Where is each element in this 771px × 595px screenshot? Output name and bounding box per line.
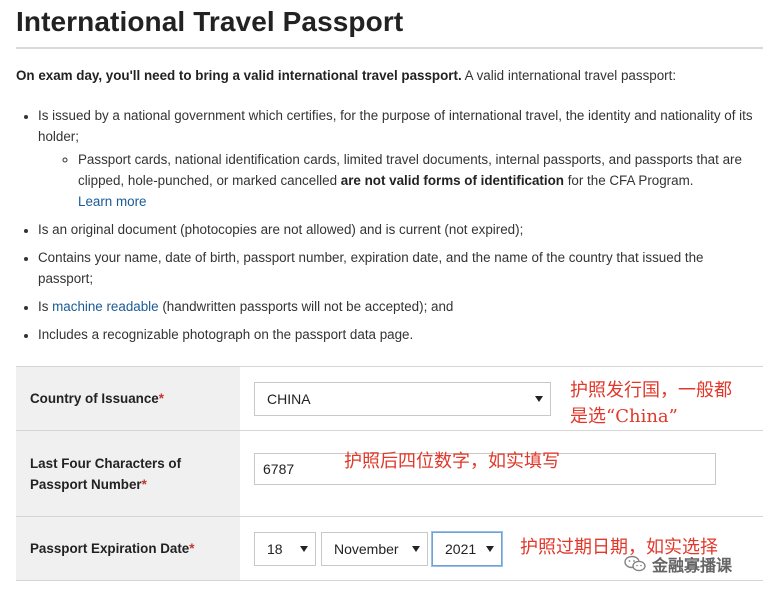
watermark: 金融寡播课 — [624, 552, 732, 576]
requirement-issued: Is issued by a national government which… — [38, 108, 753, 144]
intro-bold: On exam day, you'll need to bring a vali… — [16, 68, 462, 83]
expiration-month-value: November — [334, 540, 399, 557]
intro-rest: A valid international travel passport: — [461, 68, 677, 83]
requirement-machine-pre: Is — [38, 299, 53, 314]
expiration-year-select[interactable]: 2021 — [432, 531, 502, 566]
required-mark: * — [141, 476, 147, 492]
list-item: Includes a recognizable photograph on th… — [38, 324, 761, 345]
chevron-down-icon — [300, 545, 308, 552]
expiration-month-select[interactable]: November — [321, 531, 428, 566]
last4-label-line1: Last Four Characters of — [30, 455, 182, 471]
invalid-docs-post: for the CFA Program. — [563, 173, 694, 188]
annotation-last4: 护照后四位数字，如实填写 — [344, 451, 560, 472]
chevron-down-icon — [412, 545, 420, 552]
intro-text: On exam day, you'll need to bring a vali… — [16, 66, 766, 85]
expiration-day-value: 18 — [267, 540, 283, 557]
requirements-list: Is issued by a national government which… — [16, 105, 761, 352]
expiration-day-select[interactable]: 18 — [254, 531, 316, 566]
learn-more-link[interactable]: Learn more — [78, 194, 146, 209]
invalid-docs-bold: are not valid forms of identification — [340, 173, 564, 188]
list-item: Passport cards, national identification … — [78, 149, 761, 212]
machine-readable-link[interactable]: machine readable — [52, 299, 158, 314]
watermark-text: 金融寡播课 — [652, 556, 733, 575]
chevron-down-icon — [535, 395, 543, 402]
required-mark: * — [189, 541, 195, 556]
requirement-contents: Contains your name, date of birth, passp… — [38, 250, 704, 286]
form-row-last4: Last Four Characters of Passport Number* — [16, 431, 763, 517]
list-item: Is machine readable (handwritten passpor… — [38, 296, 761, 317]
last4-label-line2: Passport Number — [30, 476, 142, 492]
list-item: Contains your name, date of birth, passp… — [38, 247, 761, 289]
title-divider — [16, 47, 763, 49]
page-title: International Travel Passport — [16, 6, 404, 37]
list-item: Is an original document (photocopies are… — [38, 219, 761, 240]
country-select[interactable]: CHINA — [254, 381, 551, 416]
annotation-country-line1: 护照发行国，一般都 — [570, 380, 732, 401]
requirement-photo: Includes a recognizable photograph on th… — [38, 327, 414, 342]
required-mark: * — [158, 391, 164, 406]
requirement-original: Is an original document (photocopies are… — [38, 222, 524, 237]
expiration-year-value: 2021 — [445, 540, 477, 557]
country-label-text: Country of Issuance — [30, 391, 159, 406]
annotation-country-line2: 是选“China” — [570, 406, 678, 427]
expiration-label-text: Passport Expiration Date — [30, 541, 190, 556]
country-select-value: CHINA — [267, 390, 311, 407]
expiration-label: Passport Expiration Date* — [16, 517, 240, 580]
wechat-icon — [624, 555, 646, 573]
chevron-down-icon — [486, 545, 494, 552]
list-item: Is issued by a national government which… — [38, 105, 761, 212]
country-label: Country of Issuance* — [16, 367, 240, 430]
requirements-sublist: Passport cards, national identification … — [38, 149, 761, 212]
last4-label: Last Four Characters of Passport Number* — [16, 431, 240, 516]
requirement-machine-post: (handwritten passports will not be accep… — [158, 299, 454, 314]
